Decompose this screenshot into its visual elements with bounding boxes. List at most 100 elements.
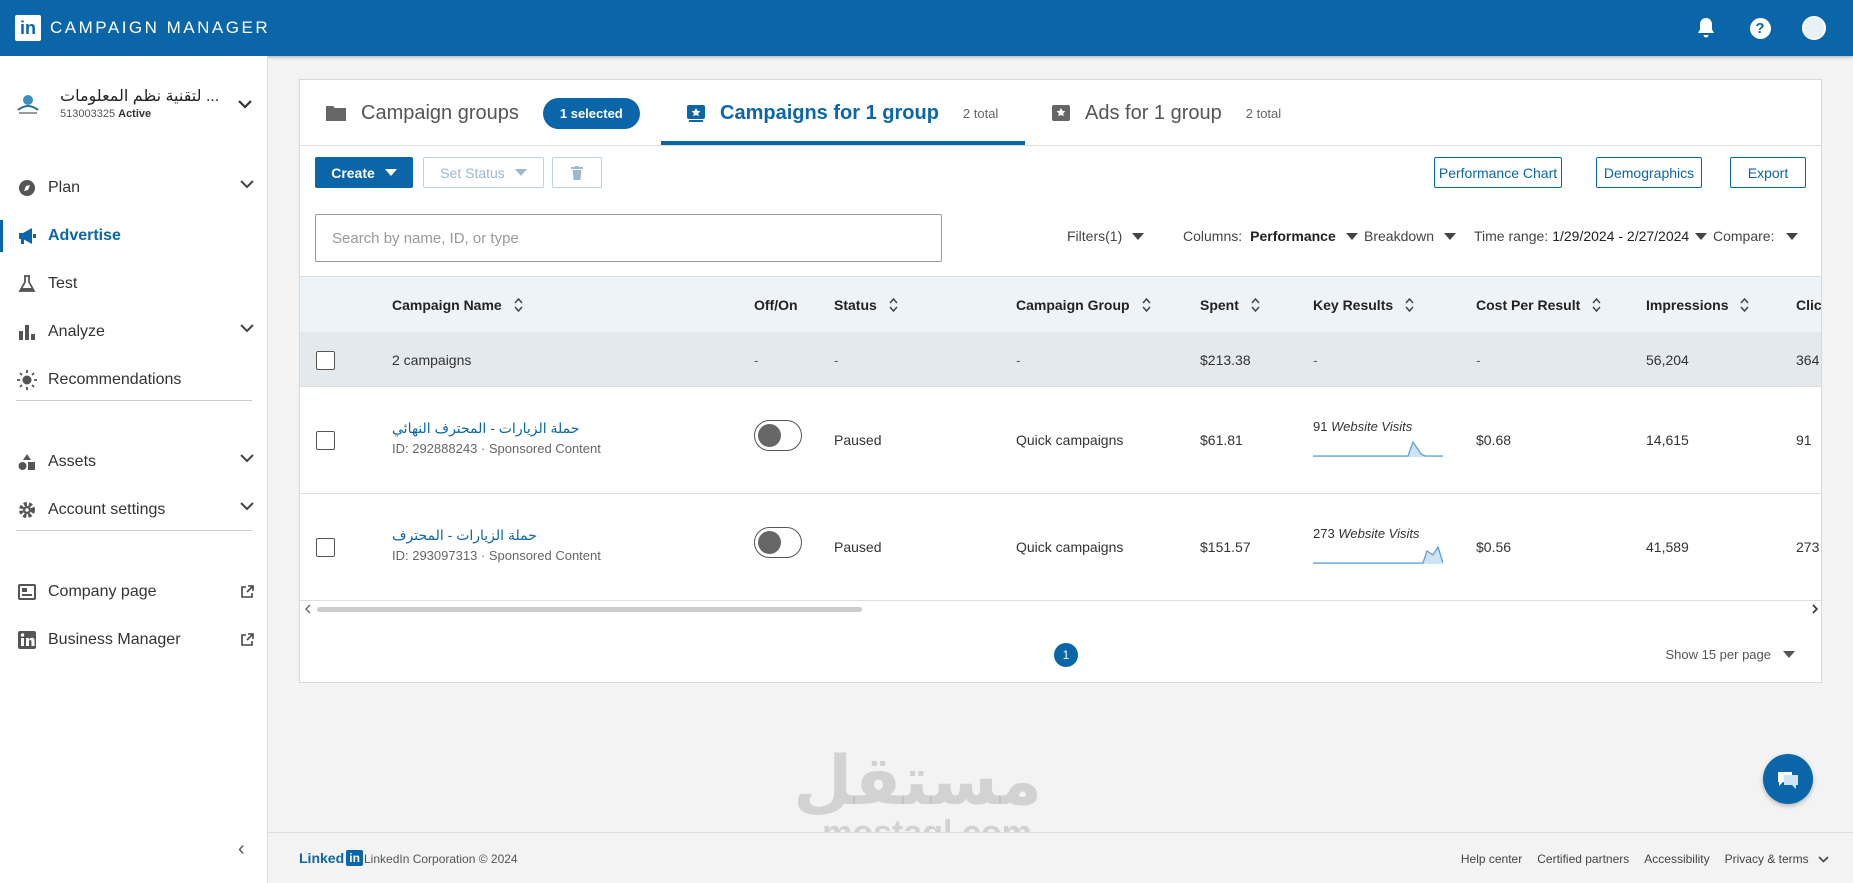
tab-label: Campaigns for 1 group: [720, 101, 939, 124]
active-tab-indicator: [661, 141, 1025, 145]
campaign-name-link[interactable]: حملة الزيارات - المحترف: [392, 527, 601, 544]
summary-cpr: -: [1476, 352, 1481, 368]
footer-link-help[interactable]: Help center: [1461, 852, 1522, 866]
tab-campaign-groups[interactable]: Campaign groups 1 selected: [325, 80, 640, 146]
sidebar-item-recommendations[interactable]: Recommendations: [0, 360, 268, 400]
scroll-right-icon[interactable]: [1812, 604, 1818, 614]
horizontal-scrollbar[interactable]: [300, 601, 1821, 617]
tab-ads[interactable]: Ads for 1 group 2 total: [1051, 80, 1281, 146]
campaign-status: Paused: [834, 539, 882, 555]
scroll-left-icon[interactable]: [305, 604, 311, 614]
sidebar-item-label: Analyze: [48, 323, 105, 340]
footer-link-privacy[interactable]: Privacy & terms: [1725, 852, 1829, 866]
key-results-cell: 91 Website Visits: [1313, 419, 1443, 461]
sidebar-item-assets[interactable]: Assets: [0, 442, 268, 482]
campaign-toggle[interactable]: [754, 420, 802, 451]
campaign-toggle[interactable]: [754, 527, 802, 558]
col-campaign-name[interactable]: Campaign Name: [392, 297, 523, 313]
compare-label: Compare:: [1713, 228, 1775, 244]
sidebar-item-account-settings[interactable]: Account settings: [0, 490, 268, 530]
account-switcher[interactable]: ... لتقنية نظم المعلومات 513003325 Activ…: [14, 84, 254, 132]
footer-logo-text: Linked: [299, 850, 345, 866]
col-impressions[interactable]: Impressions: [1646, 297, 1750, 313]
sidebar-item-test[interactable]: Test: [0, 264, 268, 304]
export-button[interactable]: Export: [1730, 157, 1806, 188]
chevron-down-icon[interactable]: [240, 454, 254, 463]
footer-logo-in: in: [346, 850, 364, 866]
column-header-label: Key Results: [1313, 297, 1394, 313]
campaign-spent: $61.81: [1200, 432, 1243, 448]
tab-campaigns[interactable]: Campaigns for 1 group 2 total: [686, 80, 998, 146]
campaign-impressions: 41,589: [1646, 539, 1689, 555]
time-range-value: 1/29/2024 - 2/27/2024: [1552, 228, 1690, 244]
sort-icon: [1141, 298, 1151, 312]
campaign-name-link[interactable]: حملة الزيارات - المحترف النهائي: [392, 420, 601, 437]
chat-bubble-icon: [1778, 772, 1798, 789]
col-cost-per-result[interactable]: Cost Per Result: [1476, 297, 1601, 313]
linkedin-logo: in: [15, 15, 41, 41]
chevron-down-icon[interactable]: [238, 100, 252, 109]
sidebar-item-label: Company page: [48, 583, 157, 600]
delete-button[interactable]: [552, 157, 602, 188]
campaign-meta: ID: 293097313 · Sponsored Content: [392, 548, 601, 563]
caret-down-icon: [384, 169, 397, 176]
create-button[interactable]: Create: [315, 157, 413, 188]
table-row: حملة الزيارات - المحترف النهائي ID: 2928…: [300, 387, 1821, 494]
performance-chart-button[interactable]: Performance Chart: [1434, 157, 1562, 188]
filters-dropdown[interactable]: Filters (1): [1067, 228, 1145, 244]
campaign-status: Paused: [834, 432, 882, 448]
col-spent[interactable]: Spent: [1200, 297, 1260, 313]
set-status-button[interactable]: Set Status: [423, 157, 544, 188]
divider: [16, 530, 252, 531]
external-link-icon[interactable]: [241, 633, 254, 646]
columns-dropdown[interactable]: Columns: Performance: [1183, 228, 1358, 244]
bar-chart-icon: [17, 322, 37, 342]
sidebar-item-label: Business Manager: [48, 631, 181, 648]
page-1-button[interactable]: 1: [1054, 643, 1078, 667]
account-avatar[interactable]: [1801, 15, 1827, 41]
help-icon[interactable]: ?: [1747, 15, 1773, 41]
breakdown-dropdown[interactable]: Breakdown: [1364, 228, 1457, 244]
footer-link-accessibility[interactable]: Accessibility: [1644, 852, 1709, 866]
col-campaign-group[interactable]: Campaign Group: [1016, 297, 1151, 313]
per-page-label: Show 15 per page: [1665, 647, 1771, 662]
demographics-button[interactable]: Demographics: [1596, 157, 1702, 188]
collapse-sidebar-button[interactable]: ‹: [238, 838, 245, 861]
divider: [16, 400, 252, 401]
select-all-checkbox[interactable]: [316, 351, 335, 370]
summary-key-results: -: [1313, 352, 1318, 368]
compare-dropdown[interactable]: Compare:: [1713, 228, 1799, 244]
sidebar-item-advertise[interactable]: Advertise: [0, 216, 268, 256]
search-input[interactable]: Search by name, ID, or type: [315, 214, 942, 262]
chat-button[interactable]: [1763, 754, 1813, 804]
external-link-icon[interactable]: [241, 585, 254, 598]
scroll-thumb[interactable]: [317, 607, 862, 612]
selected-badge[interactable]: 1 selected: [542, 97, 640, 129]
column-header-label: Cost Per Result: [1476, 297, 1581, 313]
bell-icon[interactable]: [1693, 15, 1719, 41]
row-checkbox[interactable]: [316, 431, 335, 450]
col-clicks[interactable]: Clicks: [1796, 297, 1821, 313]
col-off-on: Off/On: [754, 297, 798, 313]
footer-link-partners[interactable]: Certified partners: [1537, 852, 1629, 866]
chevron-down-icon[interactable]: [240, 180, 254, 189]
sidebar-item-business-manager[interactable]: Business Manager: [0, 620, 268, 660]
time-range-dropdown[interactable]: Time range: 1/29/2024 - 2/27/2024: [1474, 228, 1708, 244]
chevron-down-icon[interactable]: [240, 324, 254, 333]
col-status[interactable]: Status: [834, 297, 898, 313]
sidebar-item-plan[interactable]: Plan: [0, 168, 268, 208]
row-checkbox[interactable]: [316, 538, 335, 557]
chevron-down-icon[interactable]: [240, 502, 254, 511]
col-key-results[interactable]: Key Results: [1313, 297, 1414, 313]
caret-down-icon: [1132, 232, 1145, 240]
account-id: 513003325: [60, 108, 116, 120]
sidebar-item-company-page[interactable]: Company page: [0, 572, 268, 612]
campaign-clicks: 273: [1796, 539, 1820, 555]
per-page-dropdown[interactable]: Show 15 per page: [1665, 647, 1795, 662]
campaign-cpr: $0.56: [1476, 539, 1512, 555]
sort-icon: [1592, 298, 1601, 312]
sidebar-item-analyze[interactable]: Analyze: [0, 312, 268, 352]
campaign-cell: حملة الزيارات - المحترف ID: 293097313 · …: [392, 527, 601, 563]
trash-icon: [571, 165, 583, 180]
brand[interactable]: in CAMPAIGN MANAGER: [15, 15, 270, 41]
